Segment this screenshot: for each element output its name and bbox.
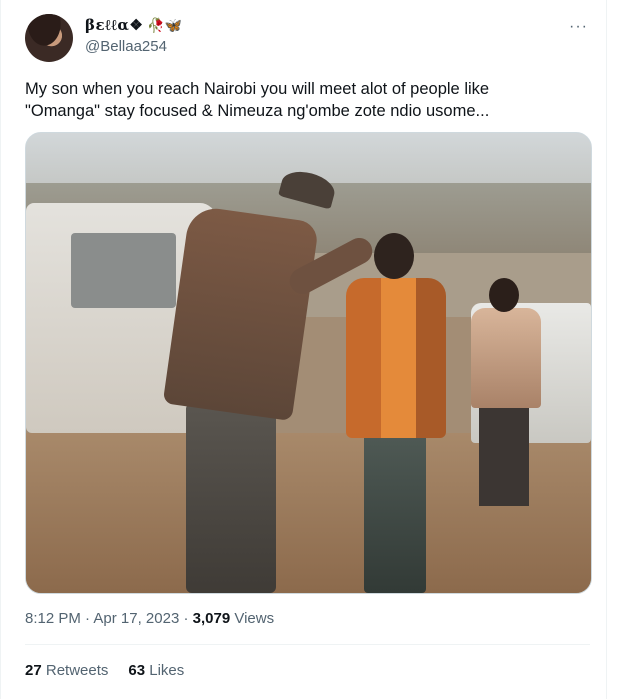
name-emoji: 🥀🦋 bbox=[147, 17, 183, 33]
meta-separator: · bbox=[179, 610, 193, 627]
divider bbox=[25, 644, 590, 645]
van-window bbox=[71, 233, 176, 308]
likes-count: 63 bbox=[128, 662, 146, 679]
tweet-text: My son when you reach Nairobi you will m… bbox=[25, 80, 490, 120]
retweets-count: 27 bbox=[25, 662, 42, 679]
boy-jacket bbox=[346, 278, 446, 438]
photo-boy bbox=[346, 233, 446, 593]
avatar[interactable] bbox=[25, 14, 73, 62]
tweet-meta: 8:12 PM · Apr 17, 2023 · 3,079 Views bbox=[25, 610, 274, 627]
photo-person-right bbox=[471, 278, 541, 508]
boy-head bbox=[374, 233, 414, 279]
man-legs bbox=[186, 403, 276, 593]
author-name-row[interactable]: βεℓℓα❖ 🥀🦋 bbox=[85, 16, 182, 35]
retweets-stat[interactable]: 27 Retweets bbox=[25, 662, 108, 679]
likes-label: Likes bbox=[149, 662, 185, 679]
retweets-label: Retweets bbox=[45, 662, 109, 679]
views-label: Views bbox=[230, 610, 275, 627]
man-torso bbox=[162, 204, 320, 422]
meta-separator: · bbox=[80, 610, 94, 627]
tweet-stats: 27 Retweets 63 Likes bbox=[25, 662, 184, 679]
person-legs bbox=[479, 406, 529, 506]
views-count: 3,079 bbox=[192, 610, 231, 627]
display-name[interactable]: βεℓℓα❖ bbox=[85, 16, 143, 35]
tweet-card: βεℓℓα❖ 🥀🦋 @Bellaa254 ··· My son when you… bbox=[0, 0, 607, 699]
likes-stat[interactable]: 63 Likes bbox=[128, 662, 184, 679]
photo-old-man bbox=[162, 166, 377, 593]
more-options-icon[interactable]: ··· bbox=[569, 18, 588, 36]
person-jacket bbox=[471, 308, 541, 408]
user-handle[interactable]: @Bellaa254 bbox=[85, 38, 167, 55]
tweet-date[interactable]: Apr 17, 2023 bbox=[93, 610, 179, 627]
tweet-time[interactable]: 8:12 PM bbox=[25, 610, 81, 627]
person-head bbox=[489, 278, 519, 312]
boy-legs bbox=[364, 433, 426, 593]
tweet-photo[interactable] bbox=[25, 132, 592, 594]
avatar-hair bbox=[25, 14, 73, 62]
